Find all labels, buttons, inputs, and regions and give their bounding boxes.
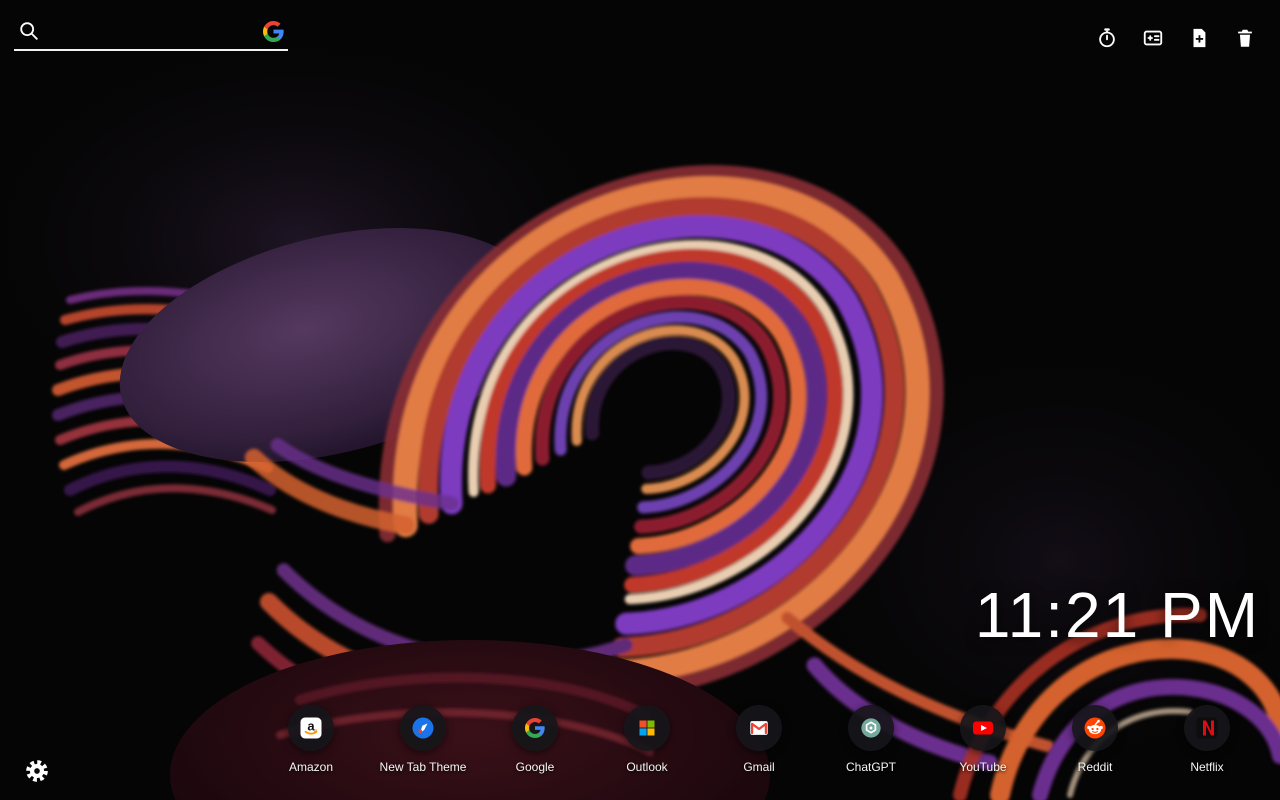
gear-icon [24, 758, 50, 784]
topbar [0, 0, 1280, 51]
shortcut-amazon[interactable]: a Amazon [255, 705, 367, 774]
chatgpt-icon [848, 705, 894, 751]
settings-button[interactable] [22, 756, 52, 786]
search-icon [18, 20, 40, 42]
trash-button[interactable] [1232, 25, 1258, 51]
shortcut-label: YouTube [959, 760, 1007, 774]
amazon-icon: a [288, 705, 334, 751]
search-bar [14, 20, 288, 51]
shortcut-label: Reddit [1077, 760, 1113, 774]
shortcut-reddit[interactable]: Reddit [1039, 705, 1151, 774]
youtube-icon [960, 705, 1006, 751]
shortcut-label: Amazon [288, 760, 334, 774]
gmail-icon [736, 705, 782, 751]
topbar-actions [1094, 25, 1258, 51]
shortcut-google[interactable]: Google [479, 705, 591, 774]
shortcut-label: ChatGPT [845, 760, 896, 774]
add-widget-button[interactable] [1140, 25, 1166, 51]
shortcut-new-tab-theme[interactable]: New Tab Theme [367, 705, 479, 774]
shortcut-label: Google [515, 760, 555, 774]
wallpaper-art [0, 0, 1280, 800]
new-note-button[interactable] [1186, 25, 1212, 51]
microsoft-icon [624, 705, 670, 751]
shortcut-netflix[interactable]: Netflix [1151, 705, 1263, 774]
new-note-icon [1188, 27, 1210, 49]
google-icon [512, 705, 558, 751]
new-tab-theme-icon [400, 705, 446, 751]
shortcut-label: Gmail [743, 760, 775, 774]
google-logo-icon[interactable] [263, 20, 284, 42]
clock: 11:21 PM [974, 579, 1260, 651]
shortcut-label: Outlook [626, 760, 668, 774]
reddit-icon [1072, 705, 1118, 751]
shortcut-chatgpt[interactable]: ChatGPT [815, 705, 927, 774]
trash-icon [1234, 27, 1256, 49]
add-widget-icon [1142, 27, 1164, 49]
search-input[interactable] [48, 22, 255, 40]
shortcut-outlook[interactable]: Outlook [591, 705, 703, 774]
shortcuts-row: a Amazon New Tab Theme Google Outlook Gm… [255, 705, 1263, 774]
netflix-icon [1184, 705, 1230, 751]
shortcut-youtube[interactable]: YouTube [927, 705, 1039, 774]
timer-button[interactable] [1094, 25, 1120, 51]
shortcut-gmail[interactable]: Gmail [703, 705, 815, 774]
shortcut-label: Netflix [1190, 760, 1224, 774]
shortcut-label: New Tab Theme [379, 760, 467, 774]
timer-icon [1096, 27, 1118, 49]
